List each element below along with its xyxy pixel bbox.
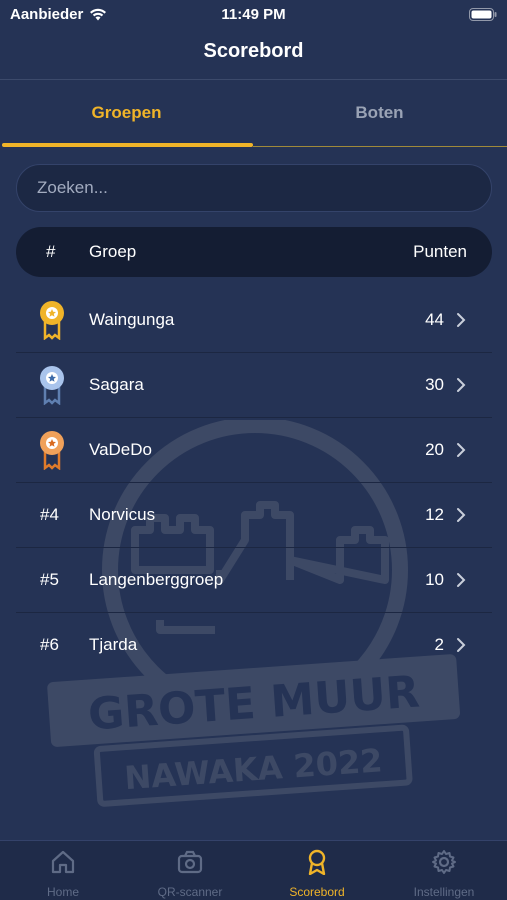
tabbar-home[interactable]: Home: [0, 841, 126, 900]
table-row[interactable]: VaDeDo 20: [16, 418, 492, 483]
group-name: VaDeDo: [89, 440, 152, 459]
group-name: Tjarda: [89, 635, 138, 654]
column-header-points: Punten: [413, 242, 467, 261]
table-row[interactable]: #4 Norvicus 12: [16, 483, 492, 548]
tabbar-label: Home: [46, 885, 79, 899]
tabbar-label: QR-scanner: [157, 885, 223, 899]
table-row[interactable]: #5 Langenberggroep 10: [16, 548, 492, 613]
search-input[interactable]: [16, 164, 492, 212]
chevron-right-icon: [457, 443, 466, 457]
group-points: 30: [425, 375, 444, 394]
tabbar-scorebord[interactable]: Scorebord: [254, 841, 380, 900]
group-points: 12: [425, 505, 444, 524]
tabbar-label: Scorebord: [289, 885, 345, 899]
silver-medal-icon: [40, 366, 64, 405]
table-row[interactable]: Sagara 30: [16, 353, 492, 418]
tabbar-qr-scanner[interactable]: QR-scanner: [127, 841, 253, 900]
tab-boten[interactable]: Boten: [253, 80, 506, 146]
gear-icon: [432, 850, 456, 874]
group-rank: #6: [40, 635, 59, 654]
tab-active-indicator: [2, 143, 253, 147]
group-points: 20: [425, 440, 444, 459]
page-title: Scorebord: [203, 40, 304, 62]
chevron-right-icon: [457, 378, 466, 392]
group-name: Norvicus: [89, 505, 156, 524]
group-rank: #4: [40, 505, 59, 524]
chevron-right-icon: [457, 508, 466, 522]
group-points: 2: [434, 635, 444, 654]
bottom-tab-bar: Home QR-scanner Scorebord Instellingen: [0, 840, 507, 900]
chevron-right-icon: [457, 638, 466, 652]
table-row[interactable]: #6 Tjarda 2: [16, 613, 492, 678]
group-name: Sagara: [89, 375, 144, 394]
group-rank: #5: [40, 570, 59, 589]
column-header-group: Groep: [89, 242, 137, 261]
group-name: Langenberggroep: [89, 570, 224, 589]
award-icon: [308, 849, 326, 875]
chevron-right-icon: [457, 313, 466, 327]
column-header-rank: #: [46, 242, 56, 261]
tab-divider: [253, 146, 507, 147]
chevron-right-icon: [457, 573, 466, 587]
battery-icon: [469, 8, 497, 21]
gold-medal-icon: [40, 301, 64, 340]
clock: 11:49 PM: [221, 6, 286, 23]
tabbar-label: Instellingen: [413, 885, 475, 899]
camera-icon: [177, 850, 203, 874]
table-header: # Groep Punten: [16, 227, 492, 277]
home-icon: [51, 850, 75, 874]
group-name: Waingunga: [89, 310, 175, 329]
group-points: 10: [425, 570, 444, 589]
status-bar: Aanbieder 11:49 PM: [0, 0, 507, 30]
tab-groepen[interactable]: Groepen: [0, 80, 253, 146]
bronze-medal-icon: [40, 431, 64, 470]
segment-tabs: Groepen Boten: [0, 80, 507, 150]
table-row[interactable]: Waingunga 44: [16, 288, 492, 353]
group-points: 44: [425, 310, 444, 329]
tabbar-instellingen[interactable]: Instellingen: [381, 841, 507, 900]
